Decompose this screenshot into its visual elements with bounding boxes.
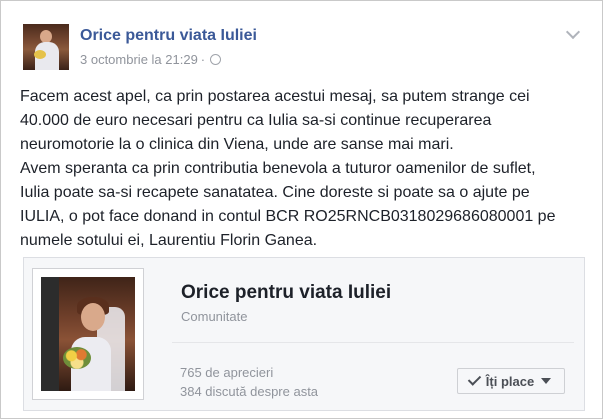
post-text: Facem acest apel, ca prin postarea acest… [20, 85, 590, 253]
check-icon [467, 372, 481, 386]
post-text-line: Avem speranta ca prin contributia benevo… [20, 160, 536, 177]
post-text-line: Facem acest apel, ca prin postarea acest… [20, 88, 530, 105]
post-meta: 3 octombrie la 21:29 · [80, 52, 222, 67]
post-text-line: numele sotului ei, Laurentiu Florin Gane… [20, 232, 318, 249]
like-button-label: Îți place [485, 373, 535, 389]
post-text-line: neuromotorie la o clinica din Viena, und… [20, 136, 454, 153]
chevron-down-icon[interactable] [565, 24, 581, 40]
post-author-link[interactable]: Orice pentru viata Iuliei [80, 27, 257, 45]
facebook-post-card: Orice pentru viata Iuliei 3 octombrie la… [0, 0, 603, 419]
meta-separator: · [200, 52, 206, 67]
like-page-button[interactable]: Îți place [457, 368, 565, 394]
attachment-photo[interactable] [41, 277, 135, 391]
likes-count: 765 de aprecieri [180, 365, 274, 380]
attachment-subtitle: Comunitate [181, 309, 248, 324]
post-text-line: 40.000 de euro necesari pentru ca Iulia … [20, 112, 492, 129]
post-text-line: IULIA, o pot face donand in contul BCR R… [20, 208, 556, 225]
page-avatar[interactable] [23, 24, 69, 70]
attachment-stats: 765 de aprecieri 384 discută despre asta [180, 363, 318, 401]
attachment-title[interactable]: Orice pentru viata Iuliei [181, 282, 391, 304]
page-attachment-card[interactable]: Orice pentru viata Iuliei Comunitate 765… [23, 257, 585, 411]
talking-about-count: 384 discută despre asta [180, 384, 319, 399]
attachment-photo-frame[interactable] [32, 268, 144, 400]
caret-down-icon [541, 378, 552, 384]
post-text-line: Iulia poate sa-si recapete sanatatea. Ci… [20, 184, 530, 201]
post-timestamp[interactable]: 3 octombrie la 21:29 [80, 52, 198, 67]
globe-icon [210, 54, 222, 65]
attachment-divider [172, 342, 574, 343]
